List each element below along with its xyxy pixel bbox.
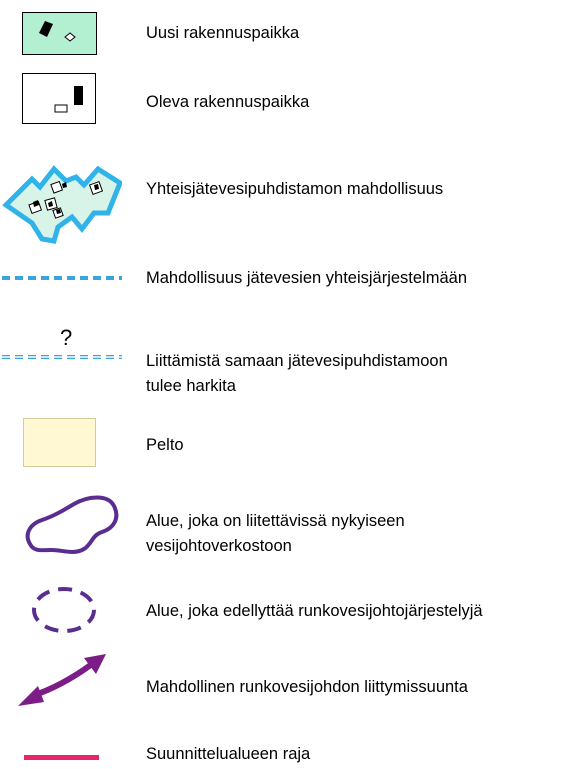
connectable-area-outline <box>25 495 119 554</box>
new-plot-symbol <box>22 12 97 55</box>
trunk-direction-arrow <box>18 654 106 706</box>
legend-label-trunk-required-area: Alue, joka edellyttää runkovesijohtojärj… <box>146 602 483 620</box>
legend-label-new-plot: Uusi rakennuspaikka <box>146 24 300 42</box>
shared-treatment-area-symbol <box>2 165 122 244</box>
legend-label-trunk-direction: Mahdollinen runkovesijohdon liittymissuu… <box>146 678 468 696</box>
legend-label-connection-considered-line2: tulee harkita <box>146 377 236 395</box>
joint-system-dashed-line <box>2 276 122 280</box>
legend-label-field: Pelto <box>146 436 184 454</box>
legend-label-existing-plot: Oleva rakennuspaikka <box>146 93 310 111</box>
existing-plot-symbol <box>22 73 96 124</box>
field-swatch <box>23 418 96 467</box>
legend-label-connection-considered-line1: Liittämistä samaan jätevesipuhdistamoon <box>146 352 448 370</box>
connection-considered-line <box>2 355 122 359</box>
legend-label-shared-treatment: Yhteisjätevesipuhdistamon mahdollisuus <box>146 180 444 198</box>
legend-label-connectable-area-line1: Alue, joka on liitettävissä nykyiseen <box>146 512 405 530</box>
trunk-required-area-outline <box>32 587 96 633</box>
legend-label-connectable-area-line2: vesijohtoverkostoon <box>146 537 292 555</box>
legend-label-joint-system: Mahdollisuus jätevesien yhteisjärjestelm… <box>146 269 468 287</box>
legend-label-plan-boundary: Suunnittelualueen raja <box>146 745 311 763</box>
plan-boundary-line <box>24 755 99 760</box>
question-mark-icon: ? <box>60 325 73 350</box>
